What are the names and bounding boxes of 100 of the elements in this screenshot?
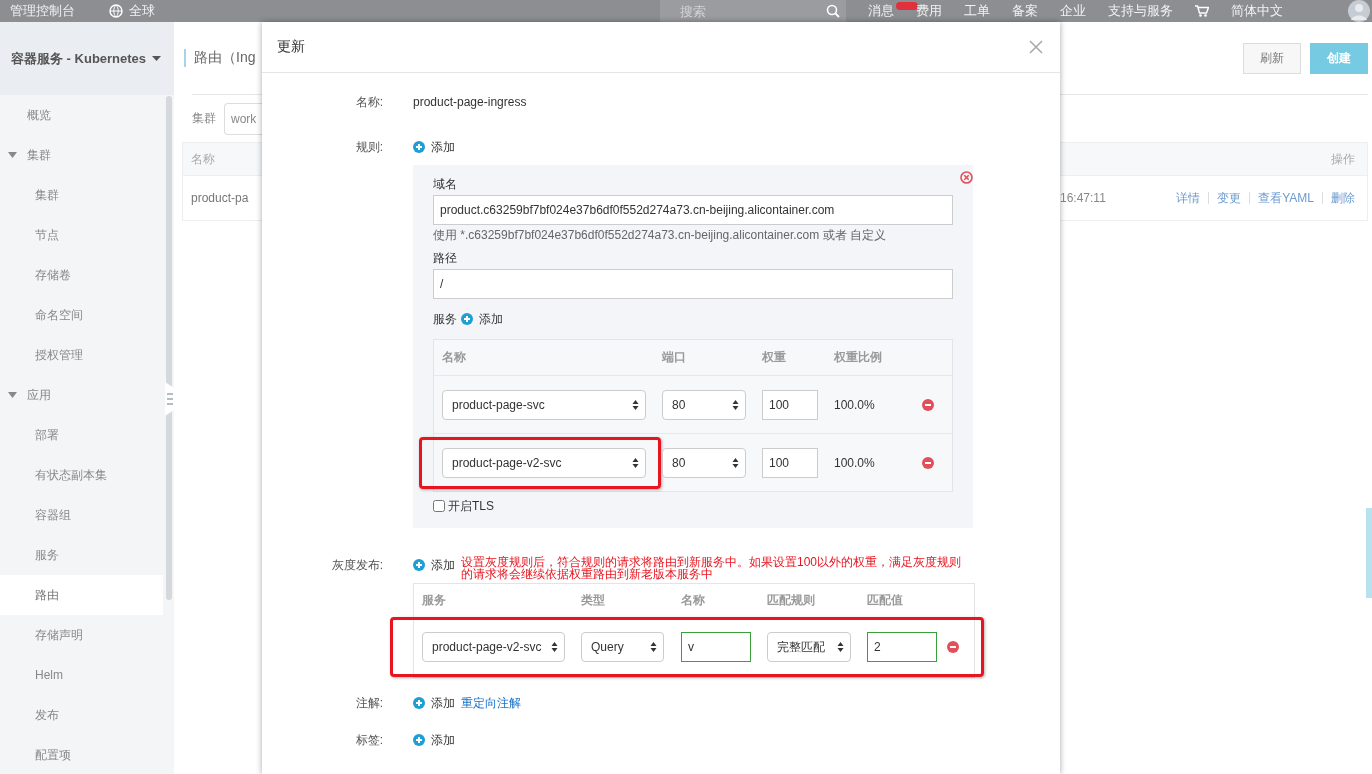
add-button[interactable]: 添加 xyxy=(461,310,503,328)
feedback-tab[interactable] xyxy=(1366,508,1372,598)
action-link[interactable]: 变更 xyxy=(1217,176,1242,220)
field-label: 规则: xyxy=(354,139,383,156)
column-header: 服务 xyxy=(422,592,447,609)
domain-field[interactable]: product.c63259bf7bf024e37b6df0f552d274a73.cn-beijing.alicontainer.com xyxy=(433,195,953,225)
search-icon xyxy=(826,4,840,18)
field-label: 灰度发布: xyxy=(330,557,383,574)
field-label: 标签: xyxy=(354,732,383,749)
add-button[interactable]: 添加 xyxy=(413,694,455,712)
page-title: 路由（Ing xyxy=(184,49,256,67)
column-header: 端口 xyxy=(662,349,687,366)
column-header: 操作 xyxy=(1060,143,1367,176)
sidebar-item[interactable]: 存储卷 xyxy=(0,255,163,295)
updown-icon xyxy=(632,398,639,411)
name-field[interactable]: v xyxy=(681,632,751,662)
field-value: product-page-ingress xyxy=(413,95,527,109)
sidebar-item[interactable]: 有状态副本集 xyxy=(0,455,163,495)
sidebar-item[interactable]: 服务 xyxy=(0,535,163,575)
add-button[interactable]: 添加 xyxy=(413,138,455,156)
avatar-icon xyxy=(1346,0,1372,22)
action-link[interactable]: 详情 xyxy=(1176,176,1201,220)
sidebar-item[interactable]: 集群 xyxy=(0,135,163,175)
nav-link[interactable]: 备案 xyxy=(1012,2,1038,20)
select-field[interactable]: product-page-v2-svc xyxy=(442,447,646,478)
column-header: 权重 xyxy=(762,349,787,366)
select-field[interactable]: 完整匹配 xyxy=(767,632,851,662)
column-header: 权重比例 xyxy=(834,349,883,366)
updown-icon xyxy=(551,641,558,653)
field-label: 路径 xyxy=(433,250,458,267)
nav-link[interactable]: 消息 xyxy=(868,2,894,20)
product-switcher[interactable]: 容器服务 - Kubernetes xyxy=(0,22,174,95)
value-field[interactable]: 2 xyxy=(867,632,937,662)
sidebar-item[interactable]: 路由 xyxy=(0,575,163,615)
hint-text: 使用 *.c63259bf7bf024e37b6df0f552d274a73.cn-beijing.alicontainer.com 或者 自定义 xyxy=(433,227,887,244)
warning-text: 设置灰度规则后，符合规则的请求将路由到新服务中。如果设置100以外的权重，满足灰度规则的请求将会继续依据权重路由到新老版本服务中 xyxy=(461,556,963,580)
select-field[interactable]: product-page-v2-svc xyxy=(422,632,565,662)
sidebar-item[interactable]: 节点 xyxy=(0,215,163,255)
redirect-annotation-link[interactable]: 重定向注解 xyxy=(461,694,521,712)
select-field[interactable]: 80 xyxy=(662,447,746,478)
nav-link[interactable]: 支持与服务 xyxy=(1108,2,1173,20)
nav-link[interactable]: 企业 xyxy=(1060,2,1086,20)
column-header: 匹配值 xyxy=(867,592,904,609)
sidebar-item[interactable]: 存储声明 xyxy=(0,615,163,655)
plus-icon xyxy=(413,141,425,153)
sidebar-item[interactable]: 授权管理 xyxy=(0,335,163,375)
search-field[interactable]: 搜索 xyxy=(660,0,846,22)
caret-icon xyxy=(152,56,162,61)
remove-icon xyxy=(947,641,959,653)
add-button[interactable]: 添加 xyxy=(413,731,455,749)
table-cell-text: product-pa xyxy=(190,190,250,207)
remove-icon xyxy=(922,456,934,469)
add-button[interactable]: 添加 xyxy=(413,556,455,574)
ratio-text: 100.0% xyxy=(834,397,876,412)
console-link[interactable]: 管理控制台 xyxy=(10,2,75,20)
nav-link[interactable]: 简体中文 xyxy=(1231,2,1283,20)
nav-link[interactable]: 费用 xyxy=(916,2,942,20)
column-header: 匹配规则 xyxy=(767,592,816,609)
updown-icon xyxy=(732,456,739,469)
plus-icon xyxy=(413,559,425,571)
weight-field[interactable]: 100 xyxy=(762,447,818,478)
sidebar-item[interactable]: 应用 xyxy=(0,375,163,415)
select-field[interactable]: 80 xyxy=(662,389,746,420)
sidebar-item[interactable]: 命名空间 xyxy=(0,295,163,335)
action-link[interactable]: 删除 xyxy=(1331,176,1355,220)
column-header: 类型 xyxy=(581,592,606,609)
plus-icon xyxy=(413,697,425,709)
field-label: 注解: xyxy=(354,695,383,712)
table-cell-text: 16:47:11 xyxy=(1060,190,1106,207)
updown-icon xyxy=(837,641,844,653)
refresh-button[interactable]: 刷新 xyxy=(1243,42,1301,74)
path-field[interactable]: / xyxy=(433,269,953,299)
field-label: 服务 xyxy=(433,310,457,328)
plus-icon xyxy=(461,313,473,325)
sidebar-item[interactable]: 集群 xyxy=(0,175,163,215)
globe-icon xyxy=(109,4,123,18)
select-field[interactable]: Query xyxy=(581,632,664,662)
action-link[interactable]: 查看YAML xyxy=(1258,176,1314,220)
tls-checkbox[interactable]: 开启TLS xyxy=(433,492,953,520)
ratio-text: 100.0% xyxy=(834,455,876,470)
filter-label: 集群 xyxy=(192,110,216,127)
updown-icon xyxy=(732,398,739,411)
sidebar-item[interactable]: 概览 xyxy=(0,95,163,135)
cart-icon xyxy=(1195,5,1209,17)
close-icon xyxy=(1029,40,1043,54)
column-header: 名称 xyxy=(442,349,467,366)
sidebar-item[interactable]: Helm xyxy=(0,655,163,695)
sidebar-item[interactable]: 发布 xyxy=(0,695,163,735)
field-label: 名称: xyxy=(354,94,383,111)
sidebar-item[interactable]: 容器组 xyxy=(0,495,163,535)
select-field[interactable]: product-page-svc xyxy=(442,389,646,420)
remove-icon xyxy=(922,398,934,411)
checkbox[interactable] xyxy=(433,500,445,512)
sidebar-item[interactable]: 配置项 xyxy=(0,735,163,774)
create-button[interactable]: 创建 xyxy=(1310,42,1368,74)
sidebar-item[interactable]: 部署 xyxy=(0,415,163,455)
region-selector[interactable]: 全球 xyxy=(109,2,155,20)
nav-link[interactable]: 工单 xyxy=(964,2,990,20)
weight-field[interactable]: 100 xyxy=(762,389,818,420)
scrollbar[interactable] xyxy=(166,96,172,600)
